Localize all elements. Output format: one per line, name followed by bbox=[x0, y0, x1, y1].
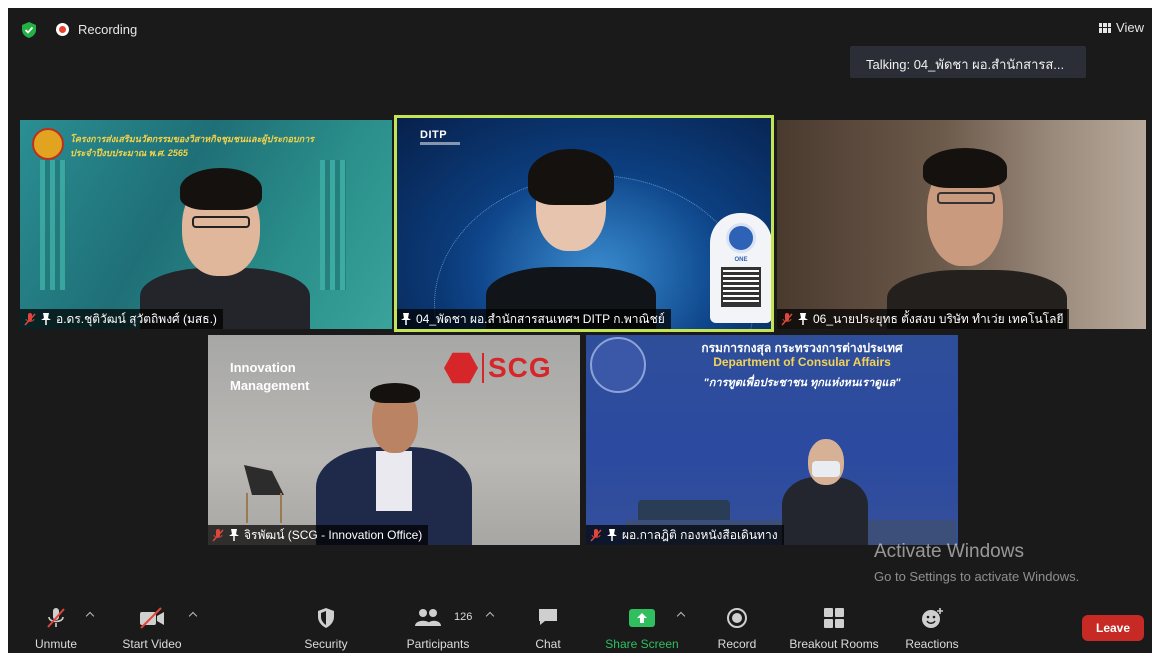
background-pillar bbox=[40, 160, 66, 290]
pin-icon bbox=[401, 313, 411, 325]
security-button[interactable]: Security bbox=[296, 601, 356, 653]
background-pillar bbox=[320, 160, 346, 290]
qr-code-card: ONE bbox=[710, 213, 772, 323]
tile-banner-line2: ประจำปีงบประมาณ พ.ศ. 2565 bbox=[70, 148, 188, 158]
participant-name: จิรพัฒน์ (SCG - Innovation Office) bbox=[244, 527, 423, 542]
video-tile-4[interactable]: Innovation Management SCG จิรพัฒน์ (SCG … bbox=[208, 335, 580, 545]
chair-graphic bbox=[244, 465, 284, 495]
one-badge-icon bbox=[726, 223, 756, 253]
reactions-icon bbox=[922, 608, 943, 628]
breakout-rooms-label: Breakout Rooms bbox=[789, 637, 879, 651]
emblem-logo bbox=[32, 128, 64, 160]
participant-name: 04_พัดชา ผอ.สำนักสารสนเทศฯ DITP ก.พาณิชย… bbox=[416, 311, 665, 326]
recording-label: Recording bbox=[78, 22, 138, 37]
participants-button[interactable]: 126 Participants bbox=[396, 601, 480, 653]
shield-icon bbox=[318, 608, 334, 628]
share-screen-icon bbox=[629, 609, 655, 627]
muted-mic-icon bbox=[781, 312, 793, 326]
participants-count: 126 bbox=[454, 611, 473, 623]
view-label: View bbox=[1116, 20, 1144, 35]
participants-icon bbox=[415, 609, 441, 626]
ditp-logo-underline bbox=[420, 142, 460, 145]
unmute-button[interactable]: Unmute bbox=[28, 601, 84, 653]
wall-text-content: Innovation Management bbox=[230, 360, 310, 393]
audio-options-chevron-icon[interactable] bbox=[85, 611, 95, 621]
view-button[interactable]: View bbox=[1099, 20, 1144, 35]
pin-icon bbox=[41, 313, 51, 325]
record-icon bbox=[727, 608, 747, 628]
shield-icon[interactable] bbox=[22, 22, 36, 38]
muted-mic-icon bbox=[590, 528, 602, 542]
scg-hexagon-icon bbox=[444, 352, 478, 384]
participant-name-tag: อ.ดร.ชุติวัฒน์ สุวัตถิพงศ์ (มสธ.) bbox=[20, 309, 223, 329]
chat-button[interactable]: Chat bbox=[526, 601, 570, 653]
qr-card-label: ONE bbox=[734, 257, 748, 263]
record-label: Record bbox=[717, 637, 757, 651]
scg-logo: SCG bbox=[444, 351, 552, 385]
pin-icon bbox=[798, 313, 808, 325]
leave-button[interactable]: Leave bbox=[1082, 615, 1144, 641]
tile-banner-line1: โครงการส่งเสริมนวัตกรรมของวิสาหกิจชุมชนแ… bbox=[70, 134, 314, 144]
breakout-rooms-icon bbox=[824, 608, 844, 628]
muted-mic-icon bbox=[212, 528, 224, 542]
breakout-rooms-button[interactable]: Breakout Rooms bbox=[784, 601, 884, 653]
participant-name-tag: 06_นายประยุทธ ตั้งสงบ บริษัท ทำเว่ย เทคโ… bbox=[777, 309, 1070, 329]
muted-mic-icon bbox=[24, 312, 36, 326]
meeting-toolbar: Unmute Start Video Security 126 Particip… bbox=[8, 601, 1152, 653]
video-options-chevron-icon[interactable] bbox=[188, 611, 198, 621]
chat-label: Chat bbox=[535, 637, 561, 651]
participant-name: ผอ.กาลฎิติ กองหนังสือเดินทาง bbox=[622, 527, 778, 542]
banner-slogan: "การทูตเพื่อประชาชน ทุกแห่งหนเราดูแล" bbox=[703, 377, 901, 389]
share-screen-label: Share Screen bbox=[605, 637, 679, 651]
reactions-button[interactable]: Reactions bbox=[900, 601, 964, 653]
participant-name-tag: จิรพัฒน์ (SCG - Innovation Office) bbox=[208, 525, 429, 545]
video-off-icon bbox=[140, 607, 164, 629]
share-screen-button[interactable]: Share Screen bbox=[600, 601, 684, 653]
wall-text: Innovation Management bbox=[230, 359, 309, 395]
banner-english-title: Department of Consular Affairs bbox=[713, 355, 891, 369]
muted-mic-icon bbox=[47, 608, 65, 628]
participant-name: 06_นายประยุทธ ตั้งสงบ บริษัท ทำเว่ย เทคโ… bbox=[813, 311, 1064, 326]
scg-brand-text: SCG bbox=[488, 352, 552, 383]
start-video-label: Start Video bbox=[122, 637, 182, 651]
security-label: Security bbox=[304, 637, 348, 651]
video-tile-3[interactable]: 06_นายประยุทธ ตั้งสงบ บริษัท ทำเว่ย เทคโ… bbox=[777, 120, 1146, 329]
recording-icon bbox=[56, 23, 69, 36]
pin-icon bbox=[607, 529, 617, 541]
activate-windows-title: Activate Windows bbox=[874, 541, 1024, 562]
participants-label: Participants bbox=[406, 637, 470, 651]
participant-name: อ.ดร.ชุติวัฒน์ สุวัตถิพงศ์ (มสธ.) bbox=[56, 311, 217, 326]
ditp-logo: DITP bbox=[420, 129, 448, 141]
video-tile-2[interactable]: DITP ONE 04_พัดชา ผอ.สำนักสารสนเทศฯ DITP… bbox=[394, 115, 774, 332]
view-grid-icon bbox=[1099, 22, 1112, 33]
unmute-label: Unmute bbox=[34, 637, 78, 651]
activate-windows-subtitle: Go to Settings to activate Windows. bbox=[874, 569, 1080, 584]
participant-name-tag: ผอ.กาลฎิติ กองหนังสือเดินทาง bbox=[586, 525, 784, 545]
participant-name-tag: 04_พัดชา ผอ.สำนักสารสนเทศฯ DITP ก.พาณิชย… bbox=[397, 309, 671, 329]
participants-options-chevron-icon[interactable] bbox=[485, 611, 495, 621]
record-button[interactable]: Record bbox=[712, 601, 762, 653]
chat-icon bbox=[539, 609, 557, 625]
video-tile-1[interactable]: โครงการส่งเสริมนวัตกรรมของวิสาหกิจชุมชนแ… bbox=[20, 120, 392, 329]
talking-indicator: Talking: 04_พัดชา ผอ.สำนักสารส... bbox=[850, 46, 1086, 78]
start-video-button[interactable]: Start Video bbox=[114, 601, 190, 653]
zoom-meeting-window: Recording View Talking: 04_พัดชา ผอ.สำนั… bbox=[8, 8, 1152, 653]
pin-icon bbox=[229, 529, 239, 541]
reactions-label: Reactions bbox=[905, 637, 959, 651]
qr-code-icon bbox=[721, 267, 761, 307]
video-tile-5[interactable]: กรมการกงสุล กระทรวงการต่างประเทศ Departm… bbox=[586, 335, 958, 545]
